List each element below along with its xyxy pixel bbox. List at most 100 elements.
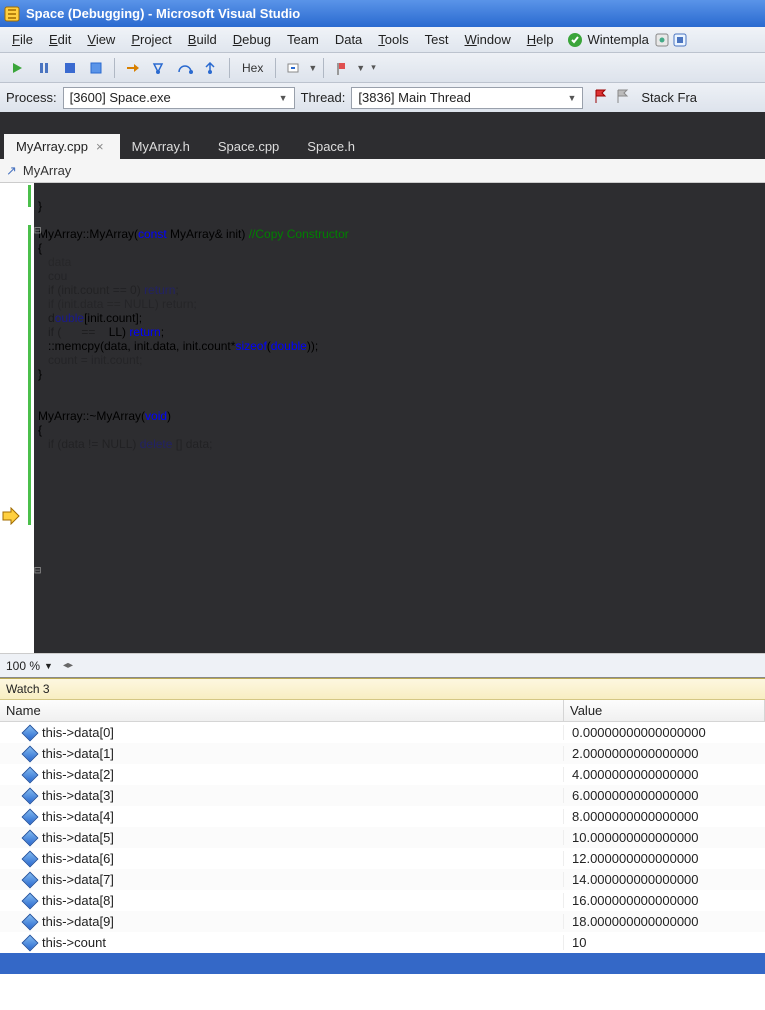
watch-name: this->data[4] xyxy=(42,809,114,824)
watch-value: 0.00000000000000000 xyxy=(564,725,765,740)
col-header-value[interactable]: Value xyxy=(564,700,765,721)
watch-row[interactable]: this->data[9]18.000000000000000 xyxy=(0,911,765,932)
code-line: { xyxy=(38,241,42,255)
watch-value: 6.0000000000000000 xyxy=(564,788,765,803)
menu-wintempla[interactable]: Wintempla xyxy=(588,32,649,47)
threads-icon[interactable] xyxy=(615,88,631,107)
variable-icon xyxy=(22,829,39,846)
process-value: [3600] Space.exe xyxy=(70,90,171,105)
scope-dropdown[interactable]: MyArray xyxy=(23,163,71,178)
watch-panel-header[interactable]: Watch 3 xyxy=(0,678,765,700)
wintempla-icon[interactable] xyxy=(566,31,584,49)
variable-icon xyxy=(22,892,39,909)
code-line-faded: count = init.count; xyxy=(38,353,142,367)
watch-value: 12.000000000000000 xyxy=(564,851,765,866)
code-line-faded: data xyxy=(38,255,71,269)
close-icon[interactable]: × xyxy=(96,139,104,154)
stop-button[interactable] xyxy=(58,57,82,79)
menu-file[interactable]: File xyxy=(4,29,41,50)
watch-row[interactable]: this->data[4]8.0000000000000000 xyxy=(0,806,765,827)
tab-label: MyArray.cpp xyxy=(16,139,88,154)
process-bar: Process: [3600] Space.exe ▼ Thread: [383… xyxy=(0,83,765,113)
watch-row[interactable]: this->data[5]10.000000000000000 xyxy=(0,827,765,848)
flag-icon[interactable] xyxy=(593,88,609,107)
thread-value: [3836] Main Thread xyxy=(358,90,471,105)
stack-frame-label: Stack Fra xyxy=(641,90,697,105)
process-dropdown[interactable]: [3600] Space.exe ▼ xyxy=(63,87,295,109)
nav-bar: ↗ MyArray xyxy=(0,159,765,183)
watch-value: 10 xyxy=(564,935,765,950)
code-line-faded: if (init.data == NULL) return; xyxy=(38,297,197,311)
step-over-button[interactable] xyxy=(173,57,197,79)
hex-toggle[interactable]: Hex xyxy=(236,61,269,75)
menu-project[interactable]: Project xyxy=(123,29,179,50)
step-into-button[interactable] xyxy=(147,57,171,79)
overflow-icon[interactable]: ▾ xyxy=(367,62,376,73)
watch-row[interactable]: this->data[2]4.0000000000000000 xyxy=(0,764,765,785)
dark-strip xyxy=(0,113,765,133)
variable-icon xyxy=(22,913,39,930)
watch-row[interactable]: this->data[1] 2.0000000000000000 xyxy=(0,743,765,764)
tab-myarray-h[interactable]: MyArray.h xyxy=(120,134,206,159)
watch-rows: this->data[0]0.00000000000000000this->da… xyxy=(0,722,765,953)
tab-space-h[interactable]: Space.h xyxy=(295,134,371,159)
tab-space-cpp[interactable]: Space.cpp xyxy=(206,134,295,159)
menu-view[interactable]: View xyxy=(79,29,123,50)
navigate-icon[interactable]: ↗ xyxy=(6,163,17,179)
watch-row[interactable]: this->data[3]6.0000000000000000 xyxy=(0,785,765,806)
flag-button[interactable] xyxy=(330,57,354,79)
options-button[interactable] xyxy=(282,57,306,79)
watch-new-row[interactable] xyxy=(0,953,765,974)
zoom-arrows-icon[interactable]: ◂▸ xyxy=(63,660,73,671)
menu-team[interactable]: Team xyxy=(279,29,327,50)
menu-test[interactable]: Test xyxy=(417,29,457,50)
dropdown-arrow-icon[interactable]: ▼ xyxy=(356,63,365,73)
chevron-down-icon[interactable]: ▼ xyxy=(44,661,53,671)
pause-button[interactable] xyxy=(32,57,56,79)
code-editor[interactable]: ⊟ ⊟ } MyArray::MyArray(const MyArray& in… xyxy=(0,183,765,653)
variable-icon xyxy=(22,787,39,804)
plugin-icon-1[interactable] xyxy=(653,31,671,49)
menu-help[interactable]: Help xyxy=(519,29,562,50)
code-area[interactable]: } MyArray::MyArray(const MyArray& init) … xyxy=(34,183,765,653)
tab-myarray-cpp[interactable]: MyArray.cpp × xyxy=(4,134,120,159)
chevron-down-icon: ▼ xyxy=(557,93,576,103)
watch-row[interactable]: this->data[7]14.000000000000000 xyxy=(0,869,765,890)
col-header-name[interactable]: Name xyxy=(0,700,564,721)
watch-column-headers: Name Value xyxy=(0,700,765,722)
watch-row[interactable]: this->count 10 xyxy=(0,932,765,953)
variable-icon xyxy=(22,850,39,867)
menu-build[interactable]: Build xyxy=(180,29,225,50)
watch-value: 2.0000000000000000 xyxy=(564,746,765,761)
process-label: Process: xyxy=(6,90,57,105)
menu-edit[interactable]: Edit xyxy=(41,29,79,50)
code-line: } xyxy=(38,199,42,213)
watch-row[interactable]: this->data[6]12.000000000000000 xyxy=(0,848,765,869)
variable-icon xyxy=(22,808,39,825)
show-next-button[interactable] xyxy=(121,57,145,79)
menu-window[interactable]: Window xyxy=(457,29,519,50)
watch-name: this->data[0] xyxy=(42,725,114,740)
plugin-icon-2[interactable] xyxy=(671,31,689,49)
zoom-value[interactable]: 100 % xyxy=(6,659,40,673)
dropdown-arrow-icon[interactable]: ▼ xyxy=(308,63,317,73)
window-title: Space (Debugging) - Microsoft Visual Stu… xyxy=(26,6,300,21)
watch-row[interactable]: this->data[8]16.000000000000000 xyxy=(0,890,765,911)
thread-dropdown[interactable]: [3836] Main Thread ▼ xyxy=(351,87,583,109)
watch-row[interactable]: this->data[0] 0.00000000000000000 xyxy=(0,722,765,743)
watch-name: this->data[1] xyxy=(42,746,114,761)
fold-icon[interactable]: ⊟ xyxy=(34,563,46,577)
menu-data[interactable]: Data xyxy=(327,29,370,50)
watch-value: 4.0000000000000000 xyxy=(564,767,765,782)
restart-button[interactable] xyxy=(84,57,108,79)
continue-button[interactable] xyxy=(6,57,30,79)
step-out-button[interactable] xyxy=(199,57,223,79)
watch-name: this->data[9] xyxy=(42,914,114,929)
variable-icon xyxy=(22,934,39,951)
variable-icon xyxy=(22,745,39,762)
toolbar-separator xyxy=(229,58,230,78)
fold-icon[interactable]: ⊟ xyxy=(34,223,46,237)
watch-name: this->count xyxy=(42,935,106,950)
menu-tools[interactable]: Tools xyxy=(370,29,416,50)
menu-debug[interactable]: Debug xyxy=(225,29,279,50)
